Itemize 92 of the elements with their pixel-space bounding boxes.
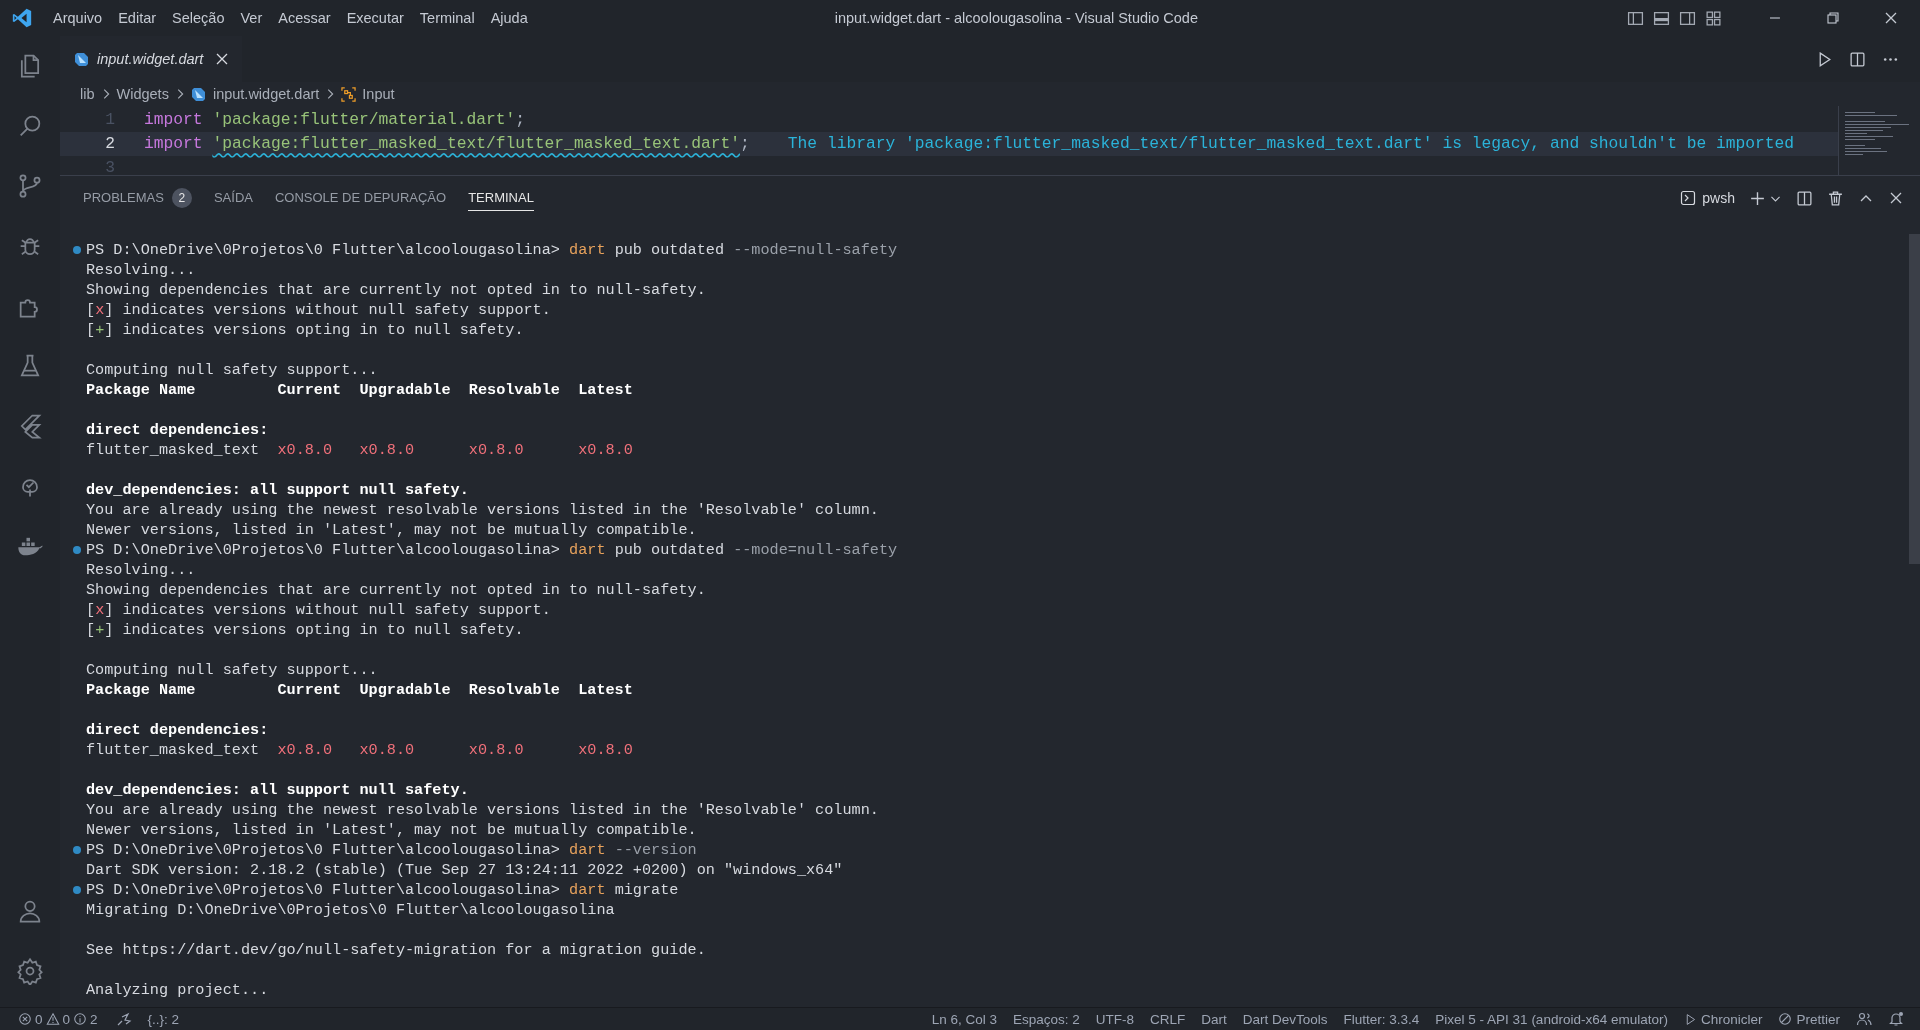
status-item[interactable]: Flutter: 3.3.4 [1335, 1011, 1428, 1027]
terminal-line: [x] indicates versions without null safety support. [86, 301, 551, 319]
breadcrumb-item[interactable]: input.widget.dart [190, 86, 320, 102]
terminal-line: [+] indicates versions opting in to null safety. [86, 321, 524, 339]
count-badge: 2 [171, 187, 192, 208]
terminal-line: PS D:\OneDrive\0Projetos\0 Flutter\alcoolougasolina> dart pub outdated --mode=null-safety [86, 541, 898, 559]
status-item[interactable]: Prettier [1770, 1011, 1848, 1027]
status-item[interactable]: Pixel 5 - API 31 (android-x64 emulator) [1427, 1011, 1676, 1027]
problems-status[interactable]: 0 0 2 [18, 1011, 108, 1027]
dart-file-icon [74, 51, 90, 67]
panel-tab[interactable]: SAÍDA [213, 185, 253, 211]
terminal-line: Package Name Current Upgradable Resolvable Latest [86, 381, 633, 399]
dart-file-icon [190, 86, 207, 102]
new-terminal-icon[interactable] [1749, 189, 1766, 207]
terminal-line: Resolving... [86, 561, 196, 579]
status-item[interactable]: {..}: 2 [139, 1011, 188, 1027]
terminal-line: Computing null safety support... [86, 361, 378, 379]
error-icon [18, 1012, 32, 1026]
blocked-icon [1778, 1012, 1793, 1026]
breadcrumb-item[interactable]: lib [80, 86, 95, 102]
close-panel-icon[interactable] [1888, 190, 1904, 206]
command-status-dot-icon [73, 846, 81, 854]
layout-grid-icon[interactable] [1705, 9, 1722, 27]
command-status-dot-icon [73, 246, 81, 254]
terminal-line: Analyzing project... [86, 981, 269, 999]
terminal-line: Resolving... [86, 261, 196, 279]
status-item[interactable]: Dart DevTools [1234, 1011, 1336, 1027]
terminal-line: See https://dart.dev/go/null-safety-migration for a migration guide. [86, 941, 706, 959]
terminal-line: Dart SDK version: 2.18.2 (stable) (Tue Sep 27 13:24:11 2022 +0200) on "windows_x64" [86, 861, 843, 879]
shell-selector[interactable]: pwsh [1680, 190, 1735, 206]
split-terminal-icon[interactable] [1796, 189, 1813, 207]
terminal-line: Newer versions, listed in 'Latest', may not be mutually compatible. [86, 821, 697, 839]
window-title: input.widget.dart - alcoolougasolina - Visual Studio Code [833, 10, 1199, 26]
diagnostic-message: The library 'package:flutter_masked_text/flutter_masked_text.dart' is legacy, and shouldn't be imported [787, 133, 1795, 155]
terminal-line: Showing dependencies that are currently not opted in to null-safety. [86, 581, 706, 599]
panel-tab[interactable]: PROBLEMAS 2 [83, 185, 192, 211]
terminal-line: Newer versions, listed in 'Latest', may not be mutually compatible. [86, 521, 697, 539]
terminal-line: You are already using the newest resolvable versions listed in the 'Resolvable' column. [86, 801, 879, 819]
terminal-line: dev_dependencies: all support null safety. [86, 481, 469, 499]
terminal-line: PS D:\OneDrive\0Projetos\0 Flutter\alcoolougasolina> dart pub outdated --mode=null-safety [86, 241, 898, 259]
terminal-line: Migrating D:\OneDrive\0Projetos\0 Flutter\alcoolougasolina [86, 901, 615, 919]
menu-item[interactable]: Seleção [164, 0, 233, 36]
command-status-dot-icon [73, 546, 81, 554]
menu-item[interactable]: Ajuda [482, 0, 536, 36]
menu-item[interactable]: Arquivo [45, 0, 111, 36]
terminal-line: [x] indicates versions without null safety support. [86, 601, 551, 619]
status-item[interactable]: Dart [1193, 1011, 1235, 1027]
panel-tab[interactable]: CONSOLE DE DEPURAÇÃO [274, 185, 447, 211]
terminal-line: direct dependencies: [86, 421, 269, 439]
split-editor-icon[interactable] [1849, 50, 1866, 68]
terminal-line: flutter_masked_text x0.8.0 x0.8.0 x0.8.0 x0.8.0 [86, 741, 633, 759]
terminal-line: Computing null safety support... [86, 661, 378, 679]
menu-item[interactable]: Ver [232, 0, 271, 36]
terminal-icon [1680, 190, 1697, 206]
code-line: import 'package:flutter_masked_text/flutter_masked_text.dart'; [144, 133, 750, 155]
terminal-line: PS D:\OneDrive\0Projetos\0 Flutter\alcoolougasolina> dart migrate [86, 881, 679, 899]
command-status-dot-icon [73, 886, 81, 894]
class-symbol-icon [341, 86, 357, 102]
settings-icon[interactable] [16, 957, 44, 985]
terminal-line: Package Name Current Upgradable Resolvable Latest [86, 681, 633, 699]
menu-item[interactable]: Acessar [270, 0, 339, 36]
status-item[interactable]: CRLF [1141, 1011, 1194, 1027]
terminal-line: [+] indicates versions opting in to null safety. [86, 621, 524, 639]
menu-item[interactable]: Editar [110, 0, 165, 36]
status-item[interactable]: Chronicler [1675, 1011, 1771, 1027]
terminal-line: dev_dependencies: all support null safety. [86, 781, 469, 799]
toggle-secondary-sidebar-icon[interactable] [1679, 9, 1696, 27]
status-item[interactable]: Ln 6, Col 3 [923, 1011, 1005, 1027]
accounts-icon[interactable] [1856, 1011, 1872, 1027]
toggle-sidebar-icon[interactable] [1627, 9, 1644, 27]
live-share-icon[interactable] [115, 1011, 132, 1027]
breadcrumb-item[interactable]: Widgets [116, 86, 169, 102]
scrollbar-thumb[interactable] [1909, 234, 1920, 564]
notifications-icon[interactable] [1888, 1011, 1904, 1027]
terminal-line: flutter_masked_text x0.8.0 x0.8.0 x0.8.0 x0.8.0 [86, 441, 633, 459]
menu-item[interactable]: Executar [338, 0, 412, 36]
app-logo-icon [11, 7, 33, 29]
warning-icon [45, 1012, 60, 1026]
status-item[interactable]: UTF-8 [1087, 1011, 1142, 1027]
terminal-line: Showing dependencies that are currently not opted in to null-safety. [86, 281, 706, 299]
menu-item[interactable]: Terminal [411, 0, 483, 36]
toggle-panel-icon[interactable] [1653, 9, 1670, 27]
panel-tab[interactable]: TERMINAL [468, 185, 534, 211]
info-icon [73, 1012, 88, 1026]
breadcrumb-item[interactable]: Input [341, 86, 395, 102]
code-line: import 'package:flutter/material.dart'; [144, 109, 526, 131]
terminal-line: direct dependencies: [86, 721, 269, 739]
status-item[interactable]: Espaços: 2 [1004, 1011, 1088, 1027]
terminal-line: You are already using the newest resolvable versions listed in the 'Resolvable' column. [86, 501, 879, 519]
trash-icon[interactable] [1827, 189, 1844, 207]
line-number: 2 [104, 133, 116, 155]
terminal-line: PS D:\OneDrive\0Projetos\0 Flutter\alcoolougasolina> dart --version [86, 841, 697, 859]
